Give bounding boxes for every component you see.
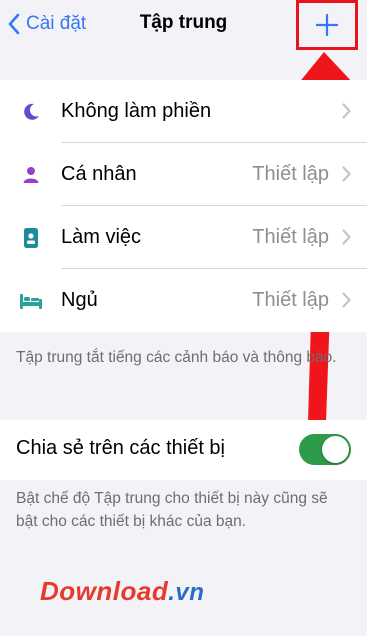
toggle-knob	[322, 436, 349, 463]
plus-icon	[316, 14, 338, 36]
chevron-right-icon	[342, 166, 351, 182]
focus-row-label: Ngủ	[61, 289, 98, 311]
chevron-right-icon	[342, 229, 351, 245]
focus-row-sleep[interactable]: Ngủ Thiết lập	[0, 269, 367, 332]
chevron-right-icon	[342, 103, 351, 119]
watermark-logo: Download.vn	[40, 576, 204, 607]
bed-icon	[16, 286, 46, 316]
focus-row-work[interactable]: Làm việc Thiết lập	[0, 206, 367, 269]
person-icon	[16, 160, 46, 190]
add-focus-button[interactable]	[296, 0, 358, 50]
moon-icon	[16, 97, 46, 127]
badge-icon	[16, 223, 46, 253]
share-across-devices-row: Chia sẻ trên các thiết bị	[0, 420, 367, 480]
watermark-tld: .vn	[168, 579, 205, 606]
focus-row-label: Cá nhân	[61, 163, 137, 185]
focus-row-personal[interactable]: Cá nhân Thiết lập	[0, 143, 367, 206]
focus-row-value: Thiết lập	[252, 163, 329, 185]
focus-modes-list: Không làm phiền Cá nhân Thiết lập Làm vi…	[0, 80, 367, 332]
focus-row-value: Thiết lập	[252, 226, 329, 248]
focus-row-label: Không làm phiền	[61, 100, 212, 122]
focus-footer-text: Tập trung tắt tiếng các cảnh báo và thôn…	[16, 349, 337, 366]
share-label: Chia sẻ trên các thiết bị	[16, 437, 225, 459]
watermark-main: Download	[40, 576, 169, 606]
chevron-right-icon	[342, 292, 351, 308]
share-footer-text: Bật chế độ Tập trung cho thiết bị này cũ…	[16, 490, 328, 530]
share-toggle[interactable]	[299, 434, 351, 465]
focus-row-label: Làm việc	[61, 226, 142, 248]
focus-row-do-not-disturb[interactable]: Không làm phiền	[0, 80, 367, 143]
focus-row-value: Thiết lập	[252, 289, 329, 311]
